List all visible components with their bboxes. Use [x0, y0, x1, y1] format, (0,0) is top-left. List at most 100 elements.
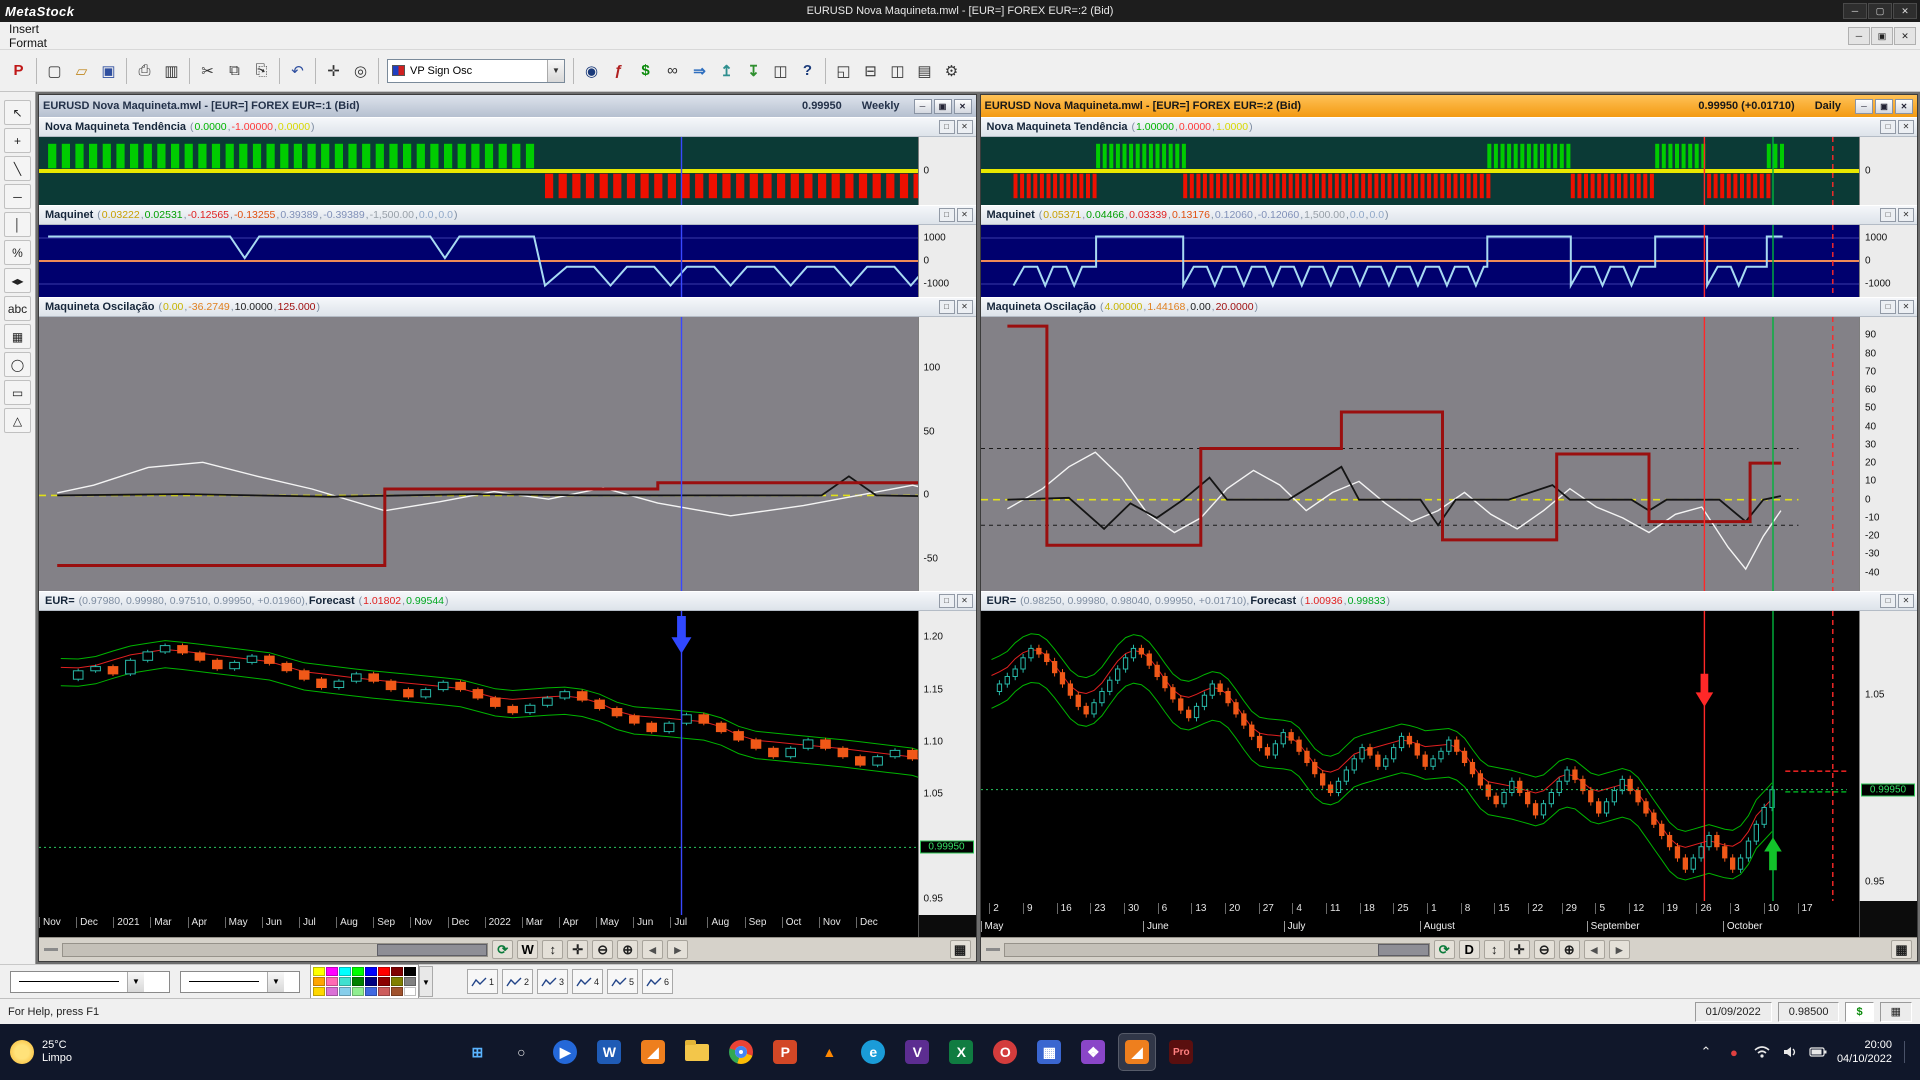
window-restore-button[interactable]: ▣ [933, 98, 952, 114]
zoom-in-icon[interactable]: ⊕ [1558, 940, 1580, 959]
new-chart-icon[interactable]: ▢ [41, 57, 68, 84]
volume-icon[interactable] [1781, 1043, 1799, 1061]
media-app[interactable]: ▶ [546, 1033, 584, 1071]
start-button[interactable]: ⊞ [458, 1033, 496, 1071]
wifi-icon[interactable] [1753, 1043, 1771, 1061]
pane-restore-button[interactable]: □ [938, 300, 955, 314]
expert-advisor-icon[interactable]: ⇒ [686, 57, 713, 84]
chart-style-button-5[interactable]: 5 [607, 969, 638, 994]
app-close-button[interactable]: ✕ [1893, 3, 1917, 19]
pane-restore-button[interactable]: □ [938, 120, 955, 134]
pane-close-button[interactable]: ✕ [1898, 594, 1914, 608]
dollar-icon[interactable]: $ [632, 57, 659, 84]
tile-horizontal-icon[interactable]: ⊟ [857, 57, 884, 84]
crosshair-icon[interactable]: ✛ [320, 57, 347, 84]
chart-scrollbar[interactable] [1003, 942, 1430, 957]
color-swatch[interactable] [339, 987, 351, 996]
data-window-icon[interactable]: ▦ [1891, 940, 1912, 959]
color-swatch[interactable] [326, 977, 338, 986]
refresh-icon[interactable]: ⟳ [492, 940, 514, 959]
window-close-button[interactable]: ✕ [953, 98, 972, 114]
paste-icon[interactable]: ⎘ [248, 57, 275, 84]
indicator-globe-icon[interactable]: ◉ [578, 57, 605, 84]
color-swatch[interactable] [365, 977, 377, 986]
grid-tool[interactable]: ▦ [4, 324, 31, 349]
scroll-right-icon[interactable]: ▸ [1608, 940, 1630, 959]
pane-restore-button[interactable]: □ [938, 208, 955, 222]
vertical-line-tool[interactable]: │ [4, 212, 31, 237]
color-swatch[interactable] [313, 987, 325, 996]
vlc-app[interactable]: ▲ [810, 1033, 848, 1071]
color-swatch[interactable] [313, 967, 325, 976]
tile-vertical-icon[interactable]: ◫ [884, 57, 911, 84]
window-minimize-button[interactable]: ─ [913, 98, 932, 114]
battery-icon[interactable] [1809, 1043, 1827, 1061]
indicator-quickview-combo[interactable]: VP Sign Osc ▼ [387, 58, 565, 83]
copy-icon[interactable]: ⧉ [221, 57, 248, 84]
pane-close-button[interactable]: ✕ [1898, 208, 1914, 222]
mdi-restore-button[interactable]: ▣ [1871, 26, 1893, 45]
zoom-out-icon[interactable]: ⊖ [592, 940, 614, 959]
tray-caret-icon[interactable]: ⌃ [1697, 1043, 1715, 1061]
help-pointer-icon[interactable]: ? [794, 57, 821, 84]
horizontal-line-tool[interactable]: ─ [4, 184, 31, 209]
chart-style-button-2[interactable]: 2 [502, 969, 533, 994]
zoom-in-icon[interactable]: ⊕ [617, 940, 639, 959]
crosshair-tool[interactable]: + [4, 128, 31, 153]
undo-icon[interactable]: ↶ [284, 57, 311, 84]
explorer-icon[interactable]: ∞ [659, 57, 686, 84]
pane-close-button[interactable]: ✕ [956, 208, 973, 222]
visualstudio-app[interactable]: V [898, 1033, 936, 1071]
scroll-right-icon[interactable]: ▸ [667, 940, 689, 959]
zoom-out-icon[interactable]: ⊖ [1533, 940, 1555, 959]
notification-edge[interactable] [1904, 1041, 1910, 1063]
triangle-tool[interactable]: △ [4, 408, 31, 433]
notes-app[interactable]: ▦ [1030, 1033, 1068, 1071]
color-swatch[interactable] [378, 967, 390, 976]
new-window-icon[interactable]: ◱ [830, 57, 857, 84]
combo-arrow-icon[interactable]: ▼ [267, 971, 284, 992]
pane-restore-button[interactable]: □ [1880, 208, 1896, 222]
chart-window-icon[interactable]: ◫ [767, 57, 794, 84]
periodicity-button[interactable]: D [1458, 940, 1480, 959]
save-icon[interactable]: ▣ [95, 57, 122, 84]
app-minimize-button[interactable]: ─ [1843, 3, 1867, 19]
mdi-minimize-button[interactable]: ─ [1848, 26, 1870, 45]
combo-arrow-icon[interactable]: ▼ [547, 59, 564, 82]
pan-icon[interactable]: ✛ [567, 940, 589, 959]
color-swatch[interactable] [404, 967, 416, 976]
data-window-icon[interactable]: ▦ [949, 940, 971, 959]
pane-restore-button[interactable]: □ [1880, 120, 1896, 134]
mdi-close-button[interactable]: ✕ [1894, 26, 1916, 45]
color-swatch[interactable] [365, 987, 377, 996]
zoom-reset-icon[interactable]: ↕ [542, 940, 564, 959]
explorer-app[interactable] [678, 1033, 716, 1071]
trendline-tool[interactable]: ╲ [4, 156, 31, 181]
scroll-left-icon[interactable]: ◂ [642, 940, 664, 959]
color-swatch[interactable] [378, 977, 390, 986]
window-close-button[interactable]: ✕ [1895, 98, 1913, 114]
window-titlebar[interactable]: EURUSD Nova Maquineta.mwl - [EUR=] FOREX… [980, 95, 1917, 117]
color-swatch[interactable] [404, 987, 416, 996]
photos-app[interactable]: ❖ [1074, 1033, 1112, 1071]
pan-icon[interactable]: ✛ [1508, 940, 1530, 959]
color-swatch[interactable] [326, 967, 338, 976]
pane-close-button[interactable]: ✕ [956, 300, 973, 314]
open-icon[interactable]: ▱ [68, 57, 95, 84]
periodicity-button[interactable]: W [517, 940, 539, 959]
pane-close-button[interactable]: ✕ [1898, 120, 1914, 134]
palette-arrow-icon[interactable]: ▼ [419, 966, 433, 997]
line-weight-combo[interactable]: ▼ [180, 970, 300, 993]
refresh-icon[interactable]: ⟳ [1433, 940, 1455, 959]
scrollbar-thumb[interactable] [1377, 943, 1429, 956]
menu-insert[interactable]: Insert [0, 22, 61, 36]
ellipse-tool[interactable]: ◯ [4, 352, 31, 377]
color-swatch[interactable] [365, 967, 377, 976]
color-swatch[interactable] [391, 987, 403, 996]
chart-style-button-1[interactable]: 1 [467, 969, 498, 994]
line-style-combo[interactable]: ▼ [10, 970, 170, 993]
scrollbar-thumb[interactable] [376, 943, 488, 956]
metastock-app[interactable]: ◢ [634, 1033, 672, 1071]
color-swatch[interactable] [352, 977, 364, 986]
search-button[interactable]: ○ [502, 1033, 540, 1071]
